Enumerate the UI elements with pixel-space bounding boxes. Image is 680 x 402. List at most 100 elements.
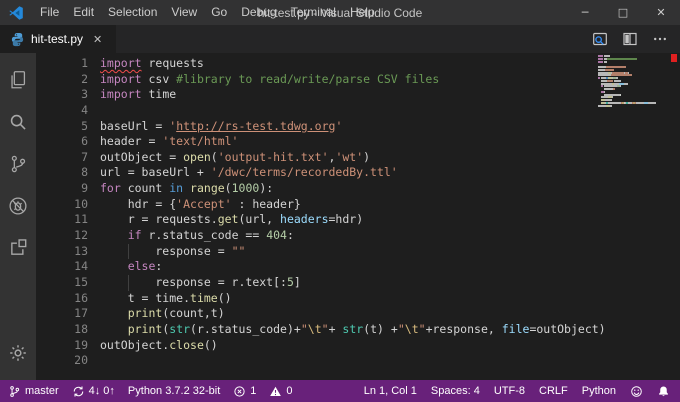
code-line-11: 11 r = requests.get(url, headers=hdr): [36, 212, 680, 228]
feedback-smiley[interactable]: [630, 385, 643, 398]
code-text: r = requests.get(url, headers=hdr): [100, 212, 363, 228]
code-text: header = 'text/html': [100, 134, 238, 150]
search-icon: [7, 111, 29, 133]
eol-sequence-label: CRLF: [539, 385, 568, 397]
activitybar-settings[interactable]: [0, 332, 36, 374]
error-count-label: 1: [250, 385, 256, 397]
minimize-window-button[interactable]: ─: [566, 0, 604, 25]
code-line-8: 8url = baseUrl + '/dwc/terms/recordedBy.…: [36, 165, 680, 181]
python-file-icon: [10, 32, 25, 47]
line-number[interactable]: 2: [36, 72, 88, 88]
line-number[interactable]: 17: [36, 306, 88, 322]
line-number[interactable]: 20: [36, 353, 88, 369]
open-preview-icon[interactable]: [592, 31, 608, 47]
menu-selection[interactable]: Selection: [101, 0, 164, 25]
overview-ruler-error-marker: [671, 54, 677, 62]
tab-close-icon[interactable]: ✕: [93, 33, 102, 46]
editor[interactable]: 1 import requests 2 import csv #library to …: [36, 53, 680, 380]
line-number[interactable]: 18: [36, 322, 88, 338]
cursor-position-label: Ln 1, Col 1: [364, 385, 417, 397]
indentation[interactable]: Spaces: 4: [431, 385, 480, 397]
error-count[interactable]: 1: [233, 385, 256, 398]
maximize-window-button[interactable]: □: [604, 0, 642, 25]
menu-go[interactable]: Go: [204, 0, 234, 25]
activitybar-extensions[interactable]: [0, 227, 36, 269]
menu-view[interactable]: View: [164, 0, 204, 25]
line-number[interactable]: 15: [36, 275, 88, 291]
smiley-icon: [630, 385, 643, 398]
python-interpreter[interactable]: Python 3.7.2 32-bit: [128, 385, 220, 397]
menu-bar: FileEditSelectionViewGoDebugTerminalHelp: [33, 0, 382, 25]
line-number[interactable]: 16: [36, 291, 88, 307]
tab-label: hit-test.py: [31, 32, 83, 46]
indent-guide: [128, 244, 129, 260]
line-number[interactable]: 9: [36, 181, 88, 197]
code-line-12: 12 if r.status_code == 404:: [36, 228, 680, 244]
menu-help[interactable]: Help: [343, 0, 382, 25]
split-editor-icon[interactable]: [622, 31, 638, 47]
minimap[interactable]: [598, 55, 664, 110]
sync-icon: [72, 385, 85, 398]
code-text: import requests: [100, 56, 204, 72]
encoding[interactable]: UTF-8: [494, 385, 525, 397]
warning-icon: [269, 385, 282, 398]
code-line-19: 19outObject.close(): [36, 338, 680, 354]
code-text: if r.status_code == 404:: [100, 228, 294, 244]
line-number[interactable]: 5: [36, 119, 88, 135]
close-window-button[interactable]: ✕: [642, 0, 680, 25]
warning-count[interactable]: 0: [269, 385, 292, 398]
line-number[interactable]: 6: [36, 134, 88, 150]
menu-debug[interactable]: Debug: [234, 0, 283, 25]
extensions-icon: [7, 237, 29, 259]
more-actions-icon[interactable]: [652, 31, 668, 47]
indentation-label: Spaces: 4: [431, 385, 480, 397]
line-number[interactable]: 4: [36, 103, 88, 119]
branch-indicator[interactable]: master: [8, 385, 59, 398]
warning-count-label: 0: [286, 385, 292, 397]
notifications-bell[interactable]: [657, 385, 670, 398]
activity-bar: [0, 53, 36, 380]
language-mode-label: Python: [582, 385, 616, 397]
code-line-3: 3import time: [36, 87, 680, 103]
encoding-label: UTF-8: [494, 385, 525, 397]
menu-file[interactable]: File: [33, 0, 66, 25]
menu-edit[interactable]: Edit: [66, 0, 101, 25]
code-line-17: 17 print(count,t): [36, 306, 680, 322]
menu-terminal[interactable]: Terminal: [284, 0, 343, 25]
code-line-6: 6 header = 'text/html': [36, 134, 680, 150]
sync-status[interactable]: 4↓ 0↑: [72, 385, 115, 398]
line-number[interactable]: 10: [36, 197, 88, 213]
code-text: print(str(r.status_code)+"\t"+ str(t) +"…: [100, 322, 606, 338]
code-text: response = "": [100, 244, 245, 260]
code-text: outObject = open('output-hit.txt','wt'): [100, 150, 370, 166]
source-control-icon: [7, 153, 29, 175]
line-number[interactable]: 19: [36, 338, 88, 354]
branch-indicator-label: master: [25, 385, 59, 397]
eol-sequence[interactable]: CRLF: [539, 385, 568, 397]
code-text: import csv #library to read/write/parse …: [100, 72, 439, 88]
language-mode[interactable]: Python: [582, 385, 616, 397]
settings-icon: [7, 342, 29, 364]
git-branch-icon: [8, 385, 21, 398]
line-number[interactable]: 13: [36, 244, 88, 260]
activitybar-explorer[interactable]: [0, 59, 36, 101]
code-text: for count in range(1000):: [100, 181, 273, 197]
tab-hit-test-py[interactable]: hit-test.py ✕: [0, 25, 116, 53]
bell-icon: [657, 385, 670, 398]
indent-guide: [128, 275, 129, 291]
code-text: hdr = {'Accept' : header}: [100, 197, 301, 213]
line-number[interactable]: 1: [36, 56, 88, 72]
code-line-10: 10 hdr = {'Accept' : header}: [36, 197, 680, 213]
code-text: t = time.time(): [100, 291, 232, 307]
activitybar-search[interactable]: [0, 101, 36, 143]
line-number[interactable]: 7: [36, 150, 88, 166]
code-line-2: 2 import csv #library to read/write/parse…: [36, 72, 680, 88]
line-number[interactable]: 12: [36, 228, 88, 244]
line-number[interactable]: 11: [36, 212, 88, 228]
activitybar-source-control[interactable]: [0, 143, 36, 185]
cursor-position[interactable]: Ln 1, Col 1: [364, 385, 417, 397]
line-number[interactable]: 8: [36, 165, 88, 181]
activitybar-debug[interactable]: [0, 185, 36, 227]
line-number[interactable]: 14: [36, 259, 88, 275]
line-number[interactable]: 3: [36, 87, 88, 103]
